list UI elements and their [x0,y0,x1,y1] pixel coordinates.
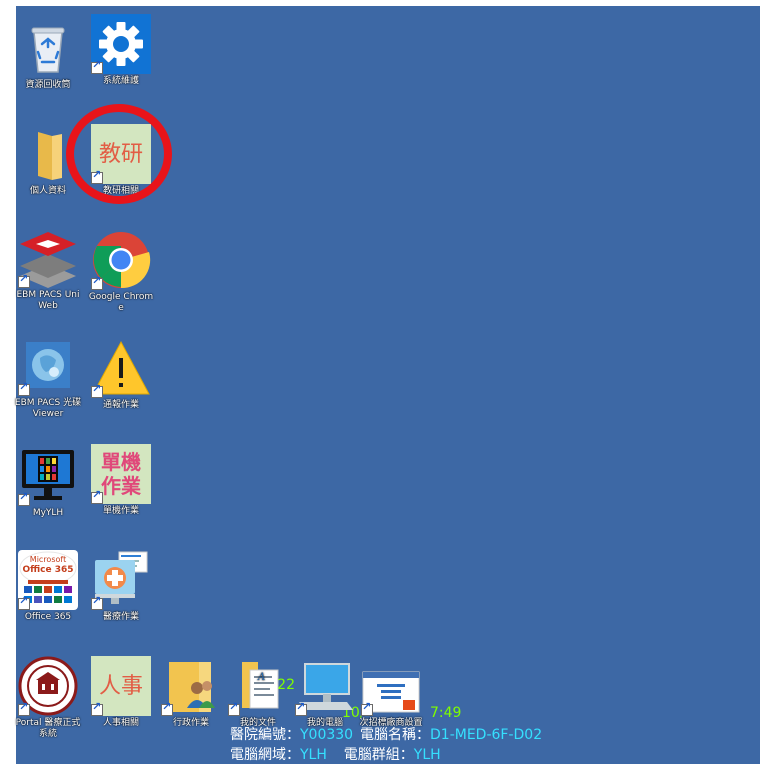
my-computer-shortcut[interactable]: 我的電腦 [290,656,360,729]
svg-text:A: A [257,672,265,683]
viewer-icon [18,336,78,396]
shortcut-arrow-icon [91,595,103,610]
people-folder-icon [161,656,221,716]
shortcut-arrow-icon [91,59,103,74]
office365-text: Office 365 [22,565,74,575]
myylh-shortcut[interactable]: MyYLH [13,446,83,519]
shortcut-arrow-icon [18,595,30,610]
google-chrome-shortcut[interactable]: Google Chrome [86,230,156,314]
shortcut-arrow-icon [18,273,30,288]
office365-shortcut[interactable]: Microsoft Office 365 Office 365 [13,550,83,623]
screenshot-icon [361,670,421,716]
shortcut-arrow-icon [91,275,103,290]
shortcut-arrow-icon [18,491,30,506]
bginfo-time: 7:49 [430,705,462,721]
tile-icon: 人事 [91,656,151,716]
shortcut-arrow-icon [18,701,30,716]
portal-medical-system-shortcut[interactable]: Portal 醫療正式系統 [13,656,83,740]
my-documents-shortcut[interactable]: A 我的文件 [223,656,293,729]
microsoft-text: Microsoft [29,555,67,564]
documents-icon: A [228,656,288,716]
bginfo-row-domain: 電腦網域：YLH 電腦群組：YLH [230,747,441,763]
vendor-setup-shortcut[interactable]: 次招標廠商設置 [356,670,426,729]
shortcut-arrow-icon [91,701,103,716]
shortcut-arrow-icon [228,701,240,716]
administration-work-shortcut[interactable]: 行政作業 [156,656,226,729]
computer-icon [295,656,355,716]
recycle-bin-shortcut[interactable]: 資源回收筒 [13,18,83,91]
medical-work-shortcut[interactable]: 醫療作業 [86,550,156,623]
shortcut-arrow-icon [91,383,103,398]
medical-icon [91,550,151,610]
recycle-bin-icon [18,18,78,78]
gear-icon [91,14,151,74]
tile-icon: 單機作業 [91,444,151,504]
incident-report-shortcut[interactable]: 通報作業 [86,338,156,411]
chrome-icon [91,230,151,290]
ebm-pacs-uniweb-shortcut[interactable]: EBM PACS UniWeb [13,228,83,312]
standalone-work-shortcut[interactable]: 單機作業 單機作業 [86,444,156,517]
shortcut-arrow-icon [295,701,307,716]
desktop-background: 172.22 10/ 7:49 醫院編號：Y00330 電腦名稱：D1-MED-… [0,0,762,764]
layers-icon [18,228,78,288]
red-circle-annotation [66,104,172,204]
personnel-shortcut[interactable]: 人事 人事相關 [86,656,156,729]
shortcut-arrow-icon [91,489,103,504]
office365-icon: Microsoft Office 365 [18,550,78,610]
warning-icon [91,338,151,398]
monitor-grid-icon [18,446,78,506]
ebm-pacs-viewer-shortcut[interactable]: EBM PACS 光碟 Viewer [13,336,83,420]
hospital-seal-icon [18,656,78,716]
shortcut-arrow-icon [361,701,373,716]
shortcut-arrow-icon [161,701,173,716]
system-maintenance-shortcut[interactable]: 系統維護 [86,14,156,87]
shortcut-arrow-icon [18,381,30,396]
